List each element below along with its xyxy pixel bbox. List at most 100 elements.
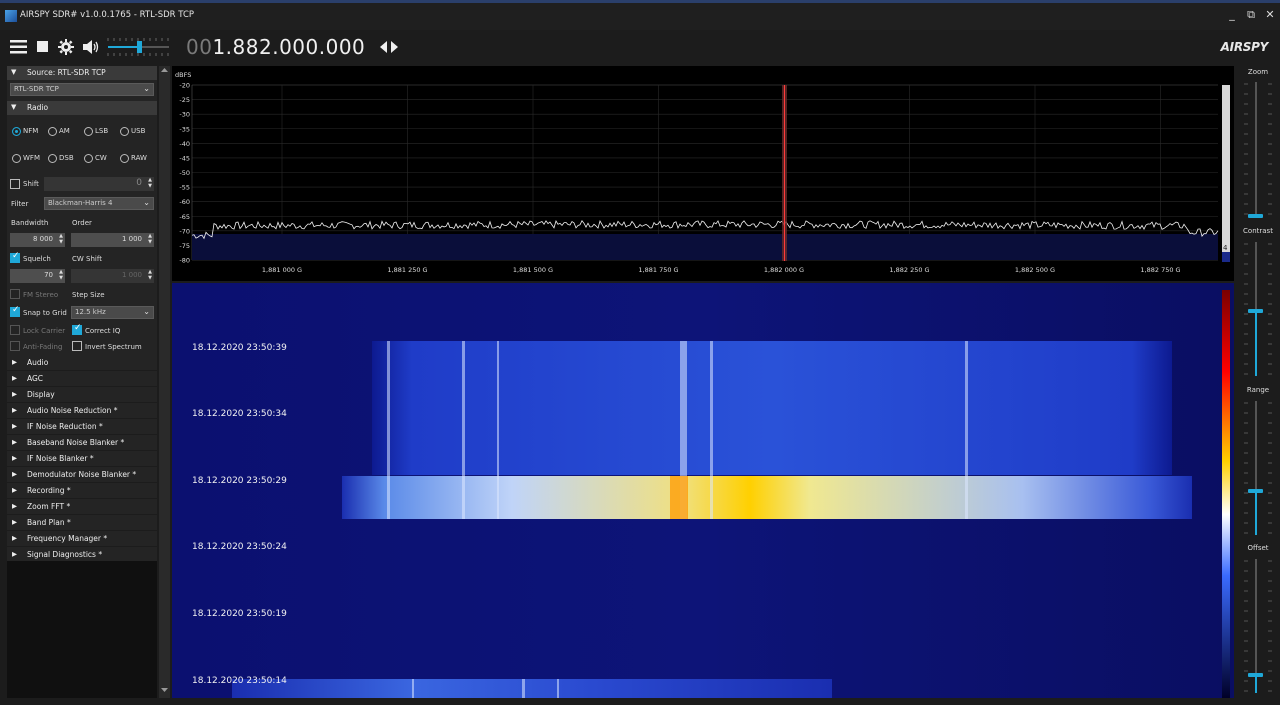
airspy-logo: AIRSPY — [1220, 40, 1269, 54]
filter-select[interactable]: Blackman-Harris 4 ⌄ — [44, 197, 154, 210]
spectrum-x-tick-label: 1,882 500 G — [1015, 266, 1055, 274]
expand-arrow-icon: ▶ — [12, 470, 17, 478]
plugin-frequency-manager[interactable]: ▶ Frequency Manager * — [7, 531, 157, 547]
spectrum-y-tick-label: -35 — [179, 125, 190, 133]
expand-arrow-icon: ▶ — [12, 358, 17, 366]
mode-am-label: AM — [59, 127, 70, 135]
collapse-arrow-icon: ▼ — [11, 68, 17, 76]
tune-arrows-icon[interactable] — [380, 41, 398, 53]
frequency-display[interactable]: 001.882.000.000 — [186, 35, 365, 59]
spectrum-scroll-thumb[interactable] — [1222, 252, 1230, 262]
expand-arrow-icon: ▶ — [12, 454, 17, 462]
spectrum-scrollbar[interactable] — [1222, 85, 1230, 262]
maximize-button[interactable]: ⧉ — [1243, 8, 1259, 22]
shift-input[interactable]: 0 ▲ ▼ — [44, 177, 154, 191]
order-input[interactable]: 1 000 ▲ ▼ — [71, 233, 154, 247]
plugin-zoom-fft[interactable]: ▶ Zoom FFT * — [7, 499, 157, 515]
radio-header-label: Radio — [27, 103, 49, 112]
mode-am-radio[interactable] — [48, 127, 57, 136]
squelch-checkbox[interactable] — [10, 251, 20, 263]
shift-checkbox[interactable] — [10, 179, 20, 189]
plugin-audio-noise-reduction[interactable]: ▶ Audio Noise Reduction * — [7, 403, 157, 419]
mode-raw-label: RAW — [131, 154, 147, 162]
plugin-demodulator-noise-blanker[interactable]: ▶ Demodulator Noise Blanker * — [7, 467, 157, 483]
app-icon — [5, 10, 17, 22]
radio-header[interactable]: ▼ Radio — [7, 101, 157, 115]
squelch-label: Squelch — [23, 255, 51, 263]
stop-icon[interactable] — [37, 41, 48, 52]
plugin-label: Audio Noise Reduction * — [27, 406, 118, 415]
frequency-prefix: 00 — [186, 35, 213, 59]
left-panel-scrollbar[interactable] — [159, 66, 170, 698]
contrast-label: Contrast — [1243, 227, 1273, 235]
mode-nfm-radio[interactable] — [12, 127, 21, 136]
plugin-baseband-noise-blanker[interactable]: ▶ Baseband Noise Blanker * — [7, 435, 157, 451]
snap-to-grid-checkbox[interactable] — [10, 305, 20, 317]
mode-wfm-radio[interactable] — [12, 154, 21, 163]
minimize-button[interactable]: _ — [1224, 8, 1240, 21]
stepsize-select[interactable]: 12.5 kHz ⌄ — [71, 306, 154, 319]
fmstereo-checkbox[interactable] — [10, 289, 20, 299]
mode-cw-radio[interactable] — [84, 154, 93, 163]
mode-raw-radio[interactable] — [120, 154, 129, 163]
offset-label: Offset — [1247, 544, 1269, 552]
spectrum-panel[interactable]: dBFS -20 -25 -30 -35 -40 -45 -50 -55 -60 -65 -70 -7… — [172, 66, 1234, 281]
waterfall-hotspot — [670, 476, 688, 519]
source-device-select[interactable]: RTL-SDR TCP ⌄ — [10, 83, 154, 96]
expand-arrow-icon: ▶ — [12, 502, 17, 510]
spin-arrows-icon: ▲ ▼ — [148, 177, 152, 189]
mode-dsb-radio[interactable] — [48, 154, 57, 163]
invert-spectrum-label: Invert Spectrum — [85, 343, 142, 351]
source-header[interactable]: ▼ Source: RTL-SDR TCP — [7, 66, 157, 80]
cwshift-input[interactable]: 1 000 ▲ ▼ — [71, 269, 154, 283]
invert-spectrum-checkbox[interactable] — [72, 341, 82, 351]
close-button[interactable]: ✕ — [1262, 8, 1278, 21]
lock-carrier-checkbox[interactable] — [10, 325, 20, 335]
chevron-down-icon: ⌄ — [143, 198, 150, 207]
cwshift-label: CW Shift — [72, 255, 102, 263]
anti-fading-label: Anti-Fading — [23, 343, 63, 351]
bandwidth-input[interactable]: 8 000 ▲ ▼ — [10, 233, 65, 247]
plugin-if-noise-reduction[interactable]: ▶ IF Noise Reduction * — [7, 419, 157, 435]
spectrum-unit: dBFS — [175, 71, 191, 79]
expand-arrow-icon: ▶ — [12, 374, 17, 382]
spectrum-y-tick-label: -40 — [179, 140, 190, 148]
chevron-down-icon: ⌄ — [143, 84, 150, 93]
spectrum-y-tick-label: -20 — [179, 82, 190, 90]
plugin-band-plan[interactable]: ▶ Band Plan * — [7, 515, 157, 531]
plugin-recording[interactable]: ▶ Recording * — [7, 483, 157, 499]
left-panel-empty-area — [7, 561, 157, 698]
anti-fading-checkbox[interactable] — [10, 341, 20, 351]
chevron-down-icon: ⌄ — [143, 307, 150, 316]
mode-lsb-radio[interactable] — [84, 127, 93, 136]
expand-arrow-icon: ▶ — [12, 406, 17, 414]
correct-iq-label: Correct IQ — [85, 327, 121, 335]
plugin-label: AGC — [27, 374, 44, 383]
plugin-label: Recording * — [27, 486, 71, 495]
speaker-icon[interactable] — [82, 39, 100, 55]
mode-usb-radio[interactable] — [120, 127, 129, 136]
slider-ticks — [1244, 560, 1272, 692]
plugin-audio[interactable]: ▶ Audio — [7, 355, 157, 371]
waterfall-panel[interactable]: 18.12.2020 23:50:39 18.12.2020 23:50:34 … — [172, 283, 1234, 698]
plugin-agc[interactable]: ▶ AGC — [7, 371, 157, 387]
correct-iq-checkbox[interactable] — [72, 323, 82, 335]
squelch-input[interactable]: 70 ▲ ▼ — [10, 269, 65, 283]
plugin-if-noise-blanker[interactable]: ▶ IF Noise Blanker * — [7, 451, 157, 467]
expand-arrow-icon: ▶ — [12, 438, 17, 446]
expand-arrow-icon: ▶ — [12, 486, 17, 494]
gear-icon[interactable] — [58, 39, 74, 55]
menu-icon[interactable] — [10, 40, 27, 54]
right-panel: Zoom Contrast Range Offset — [1236, 66, 1280, 705]
spectrum-plot[interactable]: dBFS -20 -25 -30 -35 -40 -45 -50 -55 -60 -65 -70 -7… — [172, 66, 1234, 281]
plugin-label: Frequency Manager * — [27, 534, 108, 543]
plugin-label: Audio — [27, 358, 49, 367]
plugin-display[interactable]: ▶ Display — [7, 387, 157, 403]
spectrum-y-tick-label: -25 — [179, 96, 190, 104]
spectrum-y-tick-label: -50 — [179, 169, 190, 177]
volume-slider[interactable] — [106, 36, 174, 58]
scrollbar-track — [161, 68, 168, 692]
spectrum-scroll-value: 4 — [1223, 244, 1228, 252]
order-value: 1 000 — [121, 235, 142, 243]
collapse-arrow-icon: ▼ — [11, 103, 17, 111]
